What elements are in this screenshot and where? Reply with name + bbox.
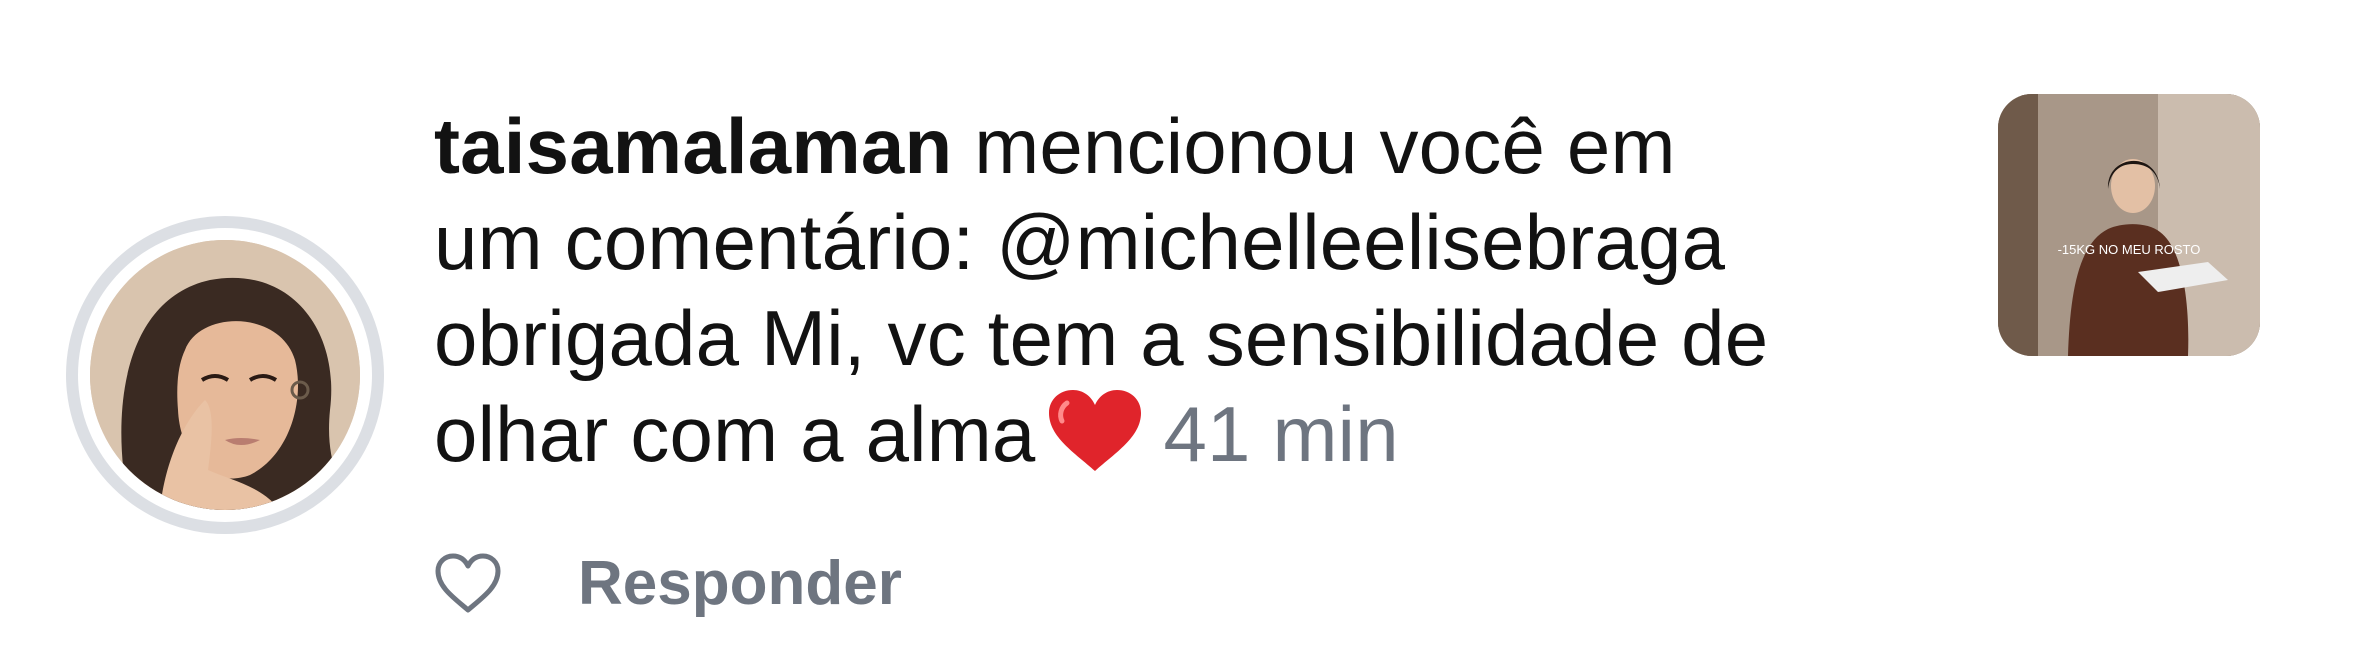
message-text-line4: olhar com a alma (434, 390, 1036, 478)
username-link[interactable]: taisamalaman (434, 102, 952, 190)
post-thumbnail[interactable]: -15KG NO MEU ROSTO (1998, 94, 2260, 356)
heart-emoji-icon (1045, 387, 1145, 473)
message-text-line2: um comentário: @michelleelisebraga (434, 198, 1726, 286)
avatar[interactable] (90, 240, 360, 510)
message-text-line1: mencionou você em (952, 102, 1676, 190)
avatar-photo (90, 240, 360, 510)
reply-button[interactable]: Responder (578, 544, 902, 624)
heart-outline-icon (435, 553, 501, 613)
thumbnail-caption: -15KG NO MEU ROSTO (2058, 242, 2201, 257)
like-button[interactable] (434, 552, 502, 616)
post-thumbnail-image: -15KG NO MEU ROSTO (1998, 94, 2260, 356)
mention-notification[interactable]: taisamalaman mencionou você em um coment… (0, 0, 2358, 656)
avatar-story-ring[interactable] (66, 216, 384, 534)
timestamp: 41 min (1163, 390, 1399, 478)
message-text-line3: obrigada Mi, vc tem a sensibilidade de (434, 294, 1769, 382)
notification-message: taisamalaman mencionou você em um coment… (434, 98, 1944, 482)
